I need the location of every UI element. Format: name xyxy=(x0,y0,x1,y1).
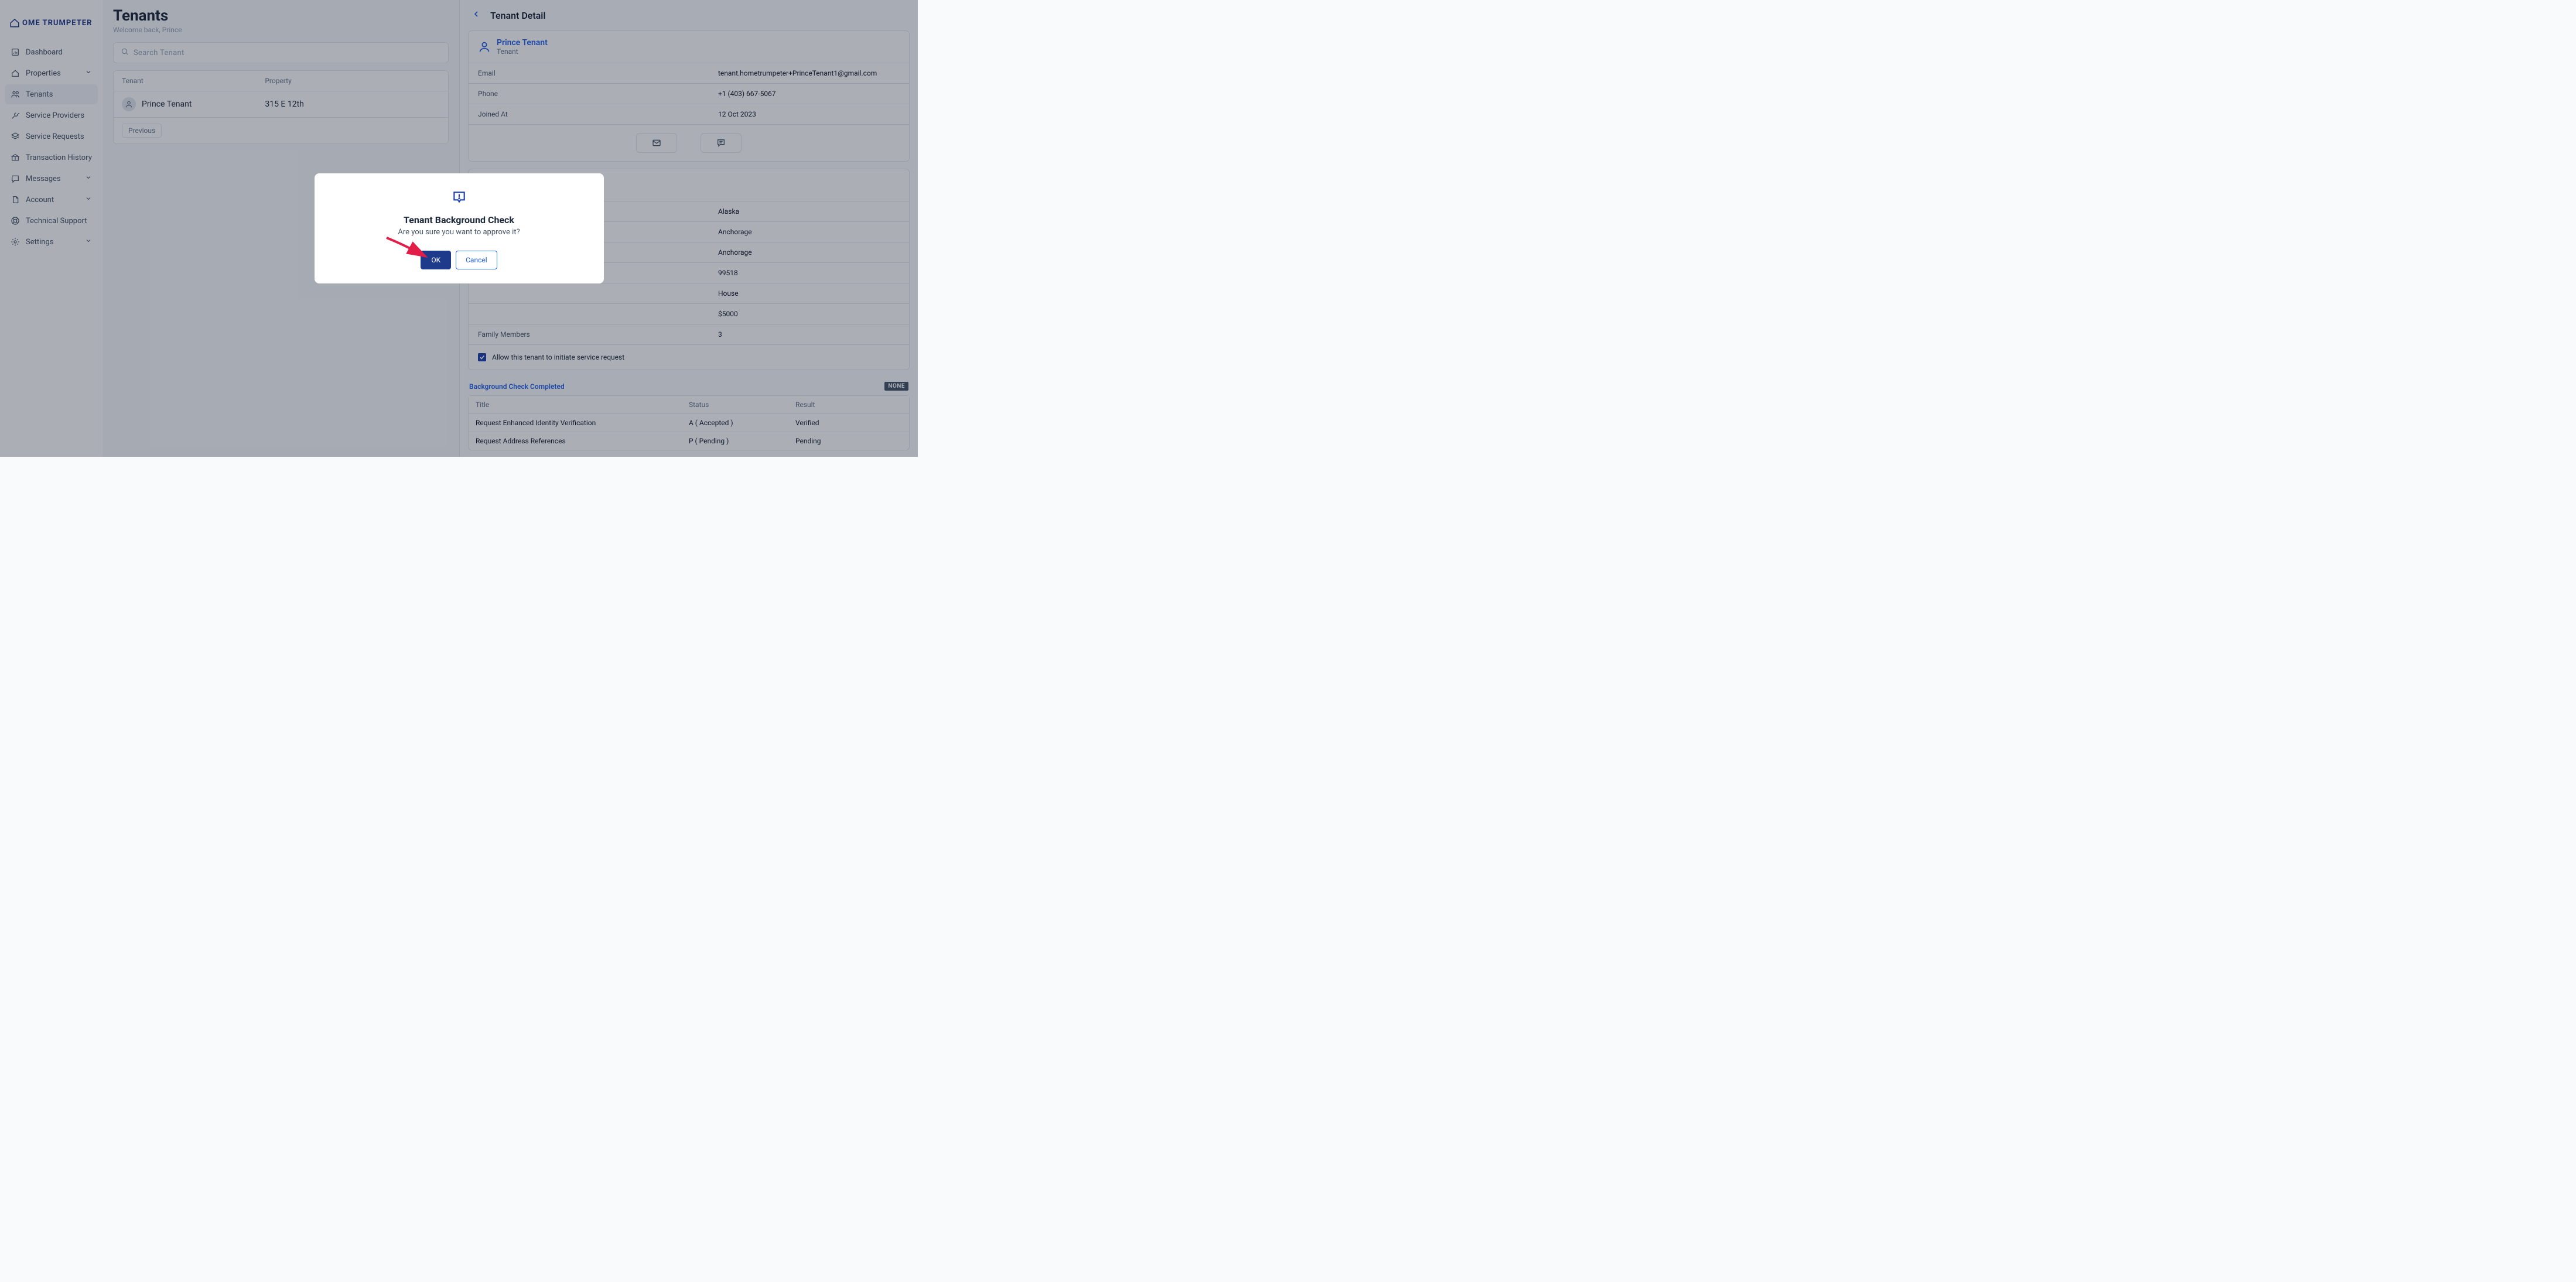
cancel-button[interactable]: Cancel xyxy=(456,251,497,269)
modal-title: Tenant Background Check xyxy=(329,214,590,225)
modal-subtitle: Are you sure you want to approve it? xyxy=(329,228,590,237)
modal: Tenant Background Check Are you sure you… xyxy=(315,173,604,283)
alert-icon xyxy=(329,190,590,205)
ok-button[interactable]: OK xyxy=(421,251,451,269)
modal-overlay: Tenant Background Check Are you sure you… xyxy=(0,0,918,457)
